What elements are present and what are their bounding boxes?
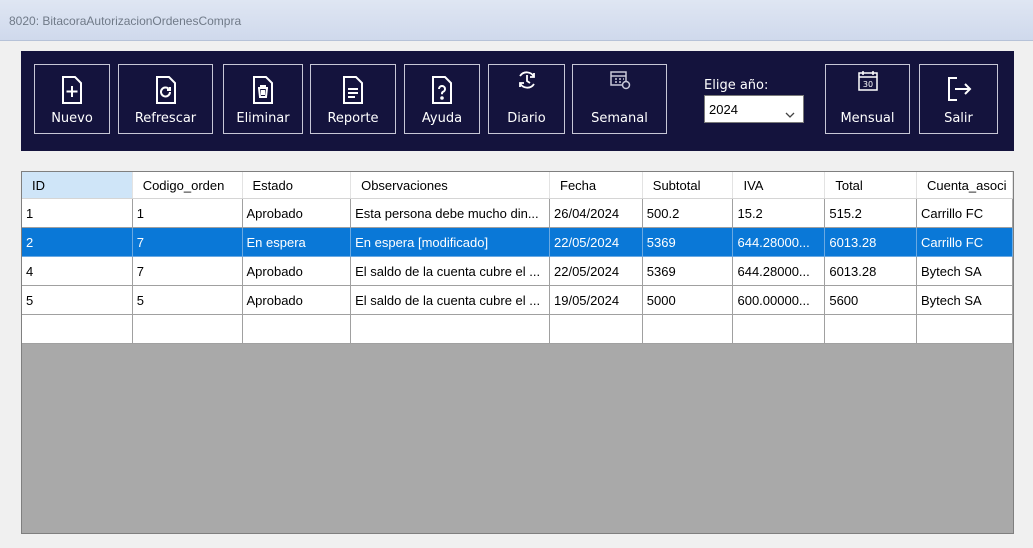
exit-icon bbox=[920, 76, 997, 104]
delete-button[interactable]: Eliminar bbox=[223, 64, 303, 134]
column-header-observaciones[interactable]: Observaciones bbox=[350, 172, 550, 199]
cell-estado[interactable] bbox=[242, 314, 352, 344]
table-row[interactable]: 1 1 Aprobado Esta persona debe mucho din...… bbox=[22, 198, 1013, 228]
refresh-document-icon bbox=[119, 76, 212, 104]
cell-id[interactable]: 2 bbox=[22, 227, 133, 257]
window-title: 8020: BitacoraAutorizacionOrdenesCompra bbox=[9, 14, 242, 28]
refresh-button[interactable]: Refrescar bbox=[118, 64, 213, 134]
cell-observaciones[interactable] bbox=[350, 314, 550, 344]
refresh-button-label: Refrescar bbox=[134, 111, 197, 126]
column-header-id[interactable]: ID bbox=[22, 172, 133, 199]
new-button-label: Nuevo bbox=[51, 111, 93, 126]
cell-codigo-orden[interactable]: 1 bbox=[132, 198, 243, 228]
exit-button[interactable]: Salir bbox=[919, 64, 998, 134]
help-button-label: Ayuda bbox=[421, 111, 463, 126]
toolbar: Nuevo Refrescar Eliminar Reporte Ayuda D… bbox=[21, 51, 1014, 151]
table-row[interactable]: 4 7 Aprobado El saldo de la cuenta cubre el… bbox=[22, 256, 1013, 286]
new-button[interactable]: Nuevo bbox=[34, 64, 110, 134]
cell-id[interactable] bbox=[22, 314, 133, 344]
monthly-button-label: Mensual bbox=[840, 111, 895, 126]
cell-iva[interactable]: 600.00000... bbox=[732, 285, 826, 315]
monthly-calendar-icon: 30 bbox=[826, 70, 909, 98]
year-select-value: 2024 bbox=[709, 102, 738, 117]
daily-button-label: Diario bbox=[507, 111, 546, 126]
table-row[interactable] bbox=[22, 314, 1013, 344]
cell-estado[interactable]: Aprobado bbox=[242, 198, 352, 228]
cell-total[interactable]: 6013.28 bbox=[824, 227, 917, 257]
column-header-total[interactable]: Total bbox=[824, 172, 917, 199]
cell-estado[interactable]: Aprobado bbox=[242, 285, 352, 315]
cell-cuenta[interactable] bbox=[916, 314, 1013, 344]
cell-subtotal[interactable]: 500.2 bbox=[642, 198, 734, 228]
weekly-calendar-icon bbox=[573, 70, 666, 98]
delete-document-icon bbox=[224, 76, 302, 104]
cell-cuenta[interactable]: Carrillo FC bbox=[916, 227, 1013, 257]
cell-fecha[interactable]: 22/05/2024 bbox=[549, 227, 643, 257]
cell-observaciones[interactable]: El saldo de la cuenta cubre el ... bbox=[350, 285, 550, 315]
column-header-fecha[interactable]: Fecha bbox=[549, 172, 643, 199]
report-document-icon bbox=[311, 76, 395, 104]
cell-iva[interactable]: 644.28000... bbox=[732, 227, 826, 257]
year-select[interactable]: 2024 bbox=[704, 95, 804, 123]
cell-subtotal[interactable]: 5369 bbox=[642, 256, 734, 286]
weekly-button[interactable]: Semanal bbox=[572, 64, 667, 134]
chevron-down-icon bbox=[785, 104, 795, 123]
cell-observaciones[interactable]: El saldo de la cuenta cubre el ... bbox=[350, 256, 550, 286]
table-row[interactable]: 2 7 En espera En espera [modificado] 22/05/2… bbox=[22, 227, 1013, 257]
table-row[interactable]: 5 5 Aprobado El saldo de la cuenta cubre el… bbox=[22, 285, 1013, 315]
cell-id[interactable]: 5 bbox=[22, 285, 133, 315]
cell-total[interactable]: 6013.28 bbox=[824, 256, 917, 286]
delete-button-label: Eliminar bbox=[236, 111, 290, 126]
cell-iva[interactable] bbox=[732, 314, 826, 344]
cell-fecha[interactable]: 19/05/2024 bbox=[549, 285, 643, 315]
column-header-estado[interactable]: Estado bbox=[242, 172, 352, 199]
table-header-row: ID Codigo_orden Estado Observaciones Fec… bbox=[22, 172, 1013, 199]
cell-cuenta[interactable]: Bytech SA bbox=[916, 256, 1013, 286]
help-button[interactable]: Ayuda bbox=[404, 64, 480, 134]
report-button-label: Reporte bbox=[327, 111, 379, 126]
monthly-button[interactable]: 30 Mensual bbox=[825, 64, 910, 134]
report-button[interactable]: Reporte bbox=[310, 64, 396, 134]
cell-fecha[interactable]: 26/04/2024 bbox=[549, 198, 643, 228]
cell-id[interactable]: 1 bbox=[22, 198, 133, 228]
cell-cuenta[interactable]: Carrillo FC bbox=[916, 198, 1013, 228]
cell-subtotal[interactable]: 5000 bbox=[642, 285, 734, 315]
column-header-subtotal[interactable]: Subtotal bbox=[642, 172, 734, 199]
cell-fecha[interactable]: 22/05/2024 bbox=[549, 256, 643, 286]
add-document-icon bbox=[35, 76, 109, 104]
weekly-button-label: Semanal bbox=[591, 111, 648, 126]
cell-observaciones[interactable]: Esta persona debe mucho din... bbox=[350, 198, 550, 228]
cell-codigo-orden[interactable]: 5 bbox=[132, 285, 243, 315]
daily-cycle-icon bbox=[489, 70, 564, 98]
cell-fecha[interactable] bbox=[549, 314, 643, 344]
cell-codigo-orden[interactable]: 7 bbox=[132, 227, 243, 257]
cell-id[interactable]: 4 bbox=[22, 256, 133, 286]
cell-observaciones[interactable]: En espera [modificado] bbox=[350, 227, 550, 257]
cell-total[interactable]: 5600 bbox=[824, 285, 917, 315]
daily-button[interactable]: Diario bbox=[488, 64, 565, 134]
help-document-icon bbox=[405, 76, 479, 104]
cell-codigo-orden[interactable] bbox=[132, 314, 243, 344]
cell-subtotal[interactable]: 5369 bbox=[642, 227, 734, 257]
orders-table: ID Codigo_orden Estado Observaciones Fec… bbox=[22, 172, 1013, 344]
year-label: Elige año: bbox=[704, 78, 769, 93]
calendar-day-number: 30 bbox=[862, 80, 872, 89]
cell-iva[interactable]: 15.2 bbox=[732, 198, 826, 228]
cell-total[interactable]: 515.2 bbox=[824, 198, 917, 228]
cell-total[interactable] bbox=[824, 314, 917, 344]
cell-iva[interactable]: 644.28000... bbox=[732, 256, 826, 286]
cell-cuenta[interactable]: Bytech SA bbox=[916, 285, 1013, 315]
orders-grid[interactable]: ID Codigo_orden Estado Observaciones Fec… bbox=[21, 171, 1014, 534]
cell-subtotal[interactable] bbox=[642, 314, 734, 344]
cell-estado[interactable]: En espera bbox=[242, 227, 352, 257]
column-header-iva[interactable]: IVA bbox=[732, 172, 826, 199]
cell-codigo-orden[interactable]: 7 bbox=[132, 256, 243, 286]
exit-button-label: Salir bbox=[944, 111, 973, 126]
column-header-codigo-orden[interactable]: Codigo_orden bbox=[132, 172, 243, 199]
column-header-cuenta[interactable]: Cuenta_asoci bbox=[916, 172, 1013, 199]
window-titlebar: 8020: BitacoraAutorizacionOrdenesCompra bbox=[0, 0, 1033, 41]
cell-estado[interactable]: Aprobado bbox=[242, 256, 352, 286]
